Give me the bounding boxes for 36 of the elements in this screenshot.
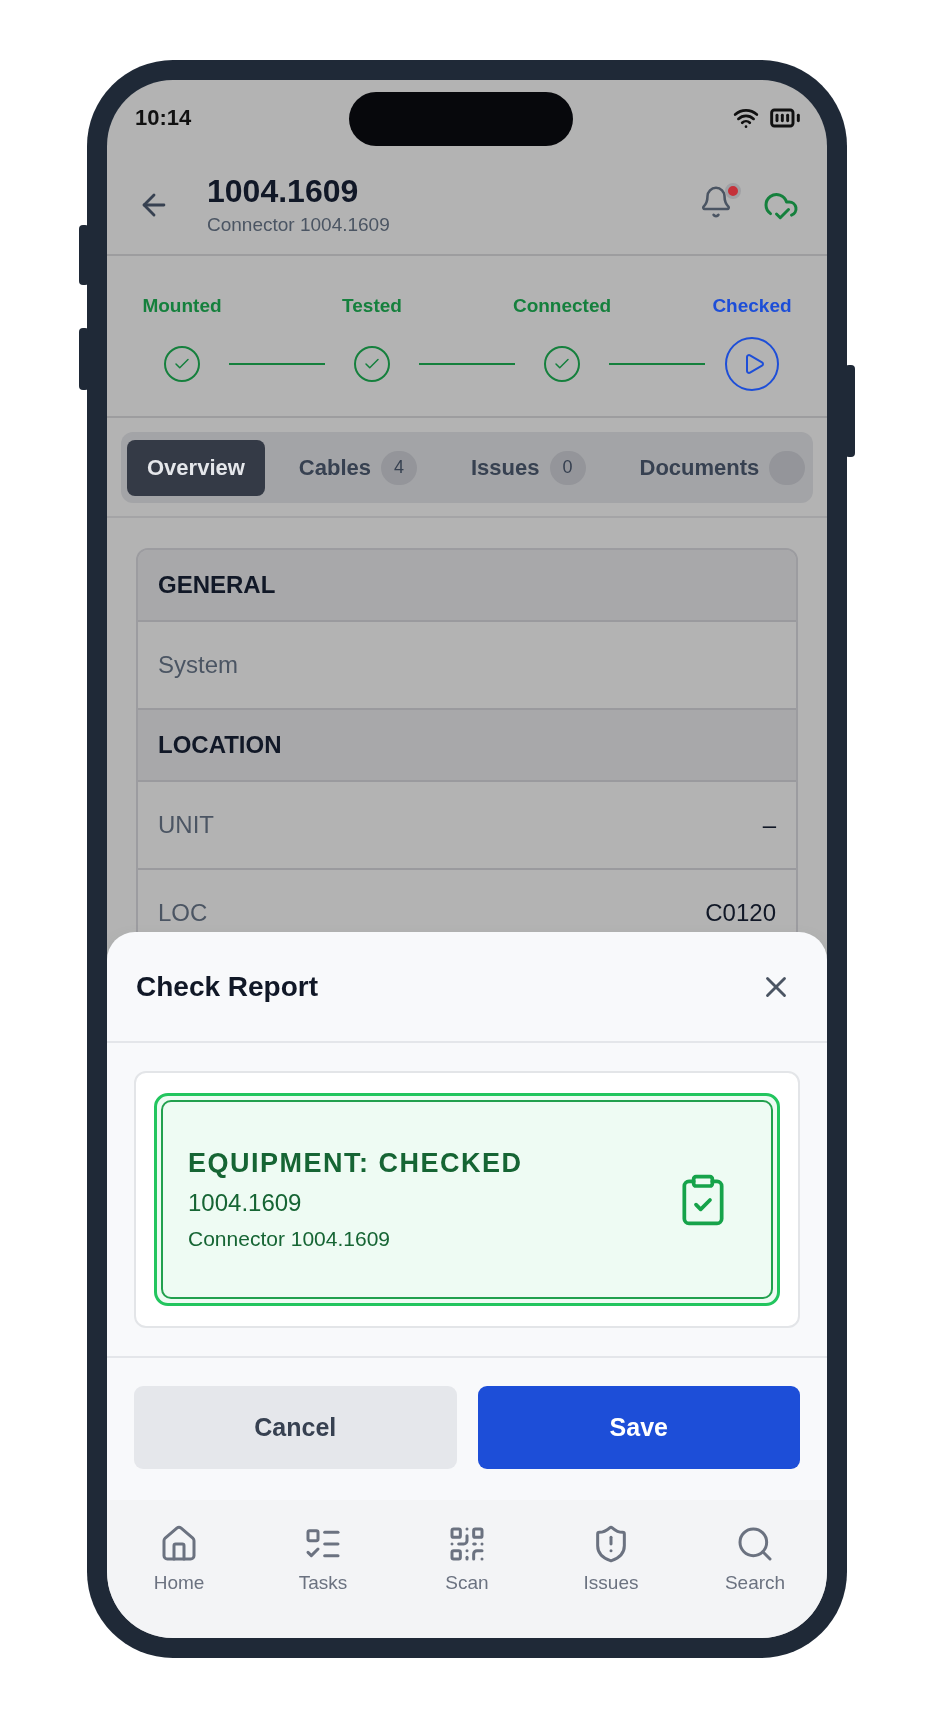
tab[interactable]: Issues 0 [463,439,606,496]
status-time: 10:14 [135,104,192,131]
nav-label: Issues [583,1572,639,1594]
section-title: GENERAL [158,571,276,599]
count-badge: 4 [381,450,417,485]
nav-item[interactable]: Tasks [251,1500,395,1618]
page-title: 1004.1609 [207,173,360,210]
nav-label: Scan [445,1572,489,1594]
step-label: Tested [342,295,402,317]
section-title: LOCATION [158,731,282,759]
nav-item[interactable]: Search [683,1500,827,1618]
nav-item[interactable]: Scan [395,1500,539,1618]
row-value: C0120 [705,899,776,927]
step-label: Checked [712,295,792,317]
nav-item[interactable]: Home [107,1500,251,1618]
nav-label: Search [724,1572,786,1594]
row-label: LOC [158,899,208,927]
step-label: Mounted [142,295,222,317]
nav-label: Tasks [298,1572,348,1594]
nav-item[interactable]: Issues [539,1500,683,1618]
row-label: System [158,651,238,679]
count-badge: 0 [549,450,586,485]
tab[interactable]: Documents [631,439,813,496]
tab[interactable]: Overview [127,439,265,496]
row-value: – [762,811,776,839]
step-label: Connected [512,295,612,317]
equipment-name: Connector 1004.1609 [188,1227,391,1251]
tab[interactable]: Cables 4 [290,439,437,496]
save-button[interactable]: Save [477,1386,800,1469]
row-label: UNIT [158,811,214,839]
sheet-title: Check Report [136,970,319,1003]
cancel-button[interactable]: Cancel [134,1386,457,1469]
equipment-code: 1004.1609 [188,1189,303,1217]
status-heading: EQUIPMENT: CHECKED [188,1148,523,1179]
nav-label: Home [153,1572,205,1594]
page-subtitle: Connector 1004.1609 [207,214,391,236]
